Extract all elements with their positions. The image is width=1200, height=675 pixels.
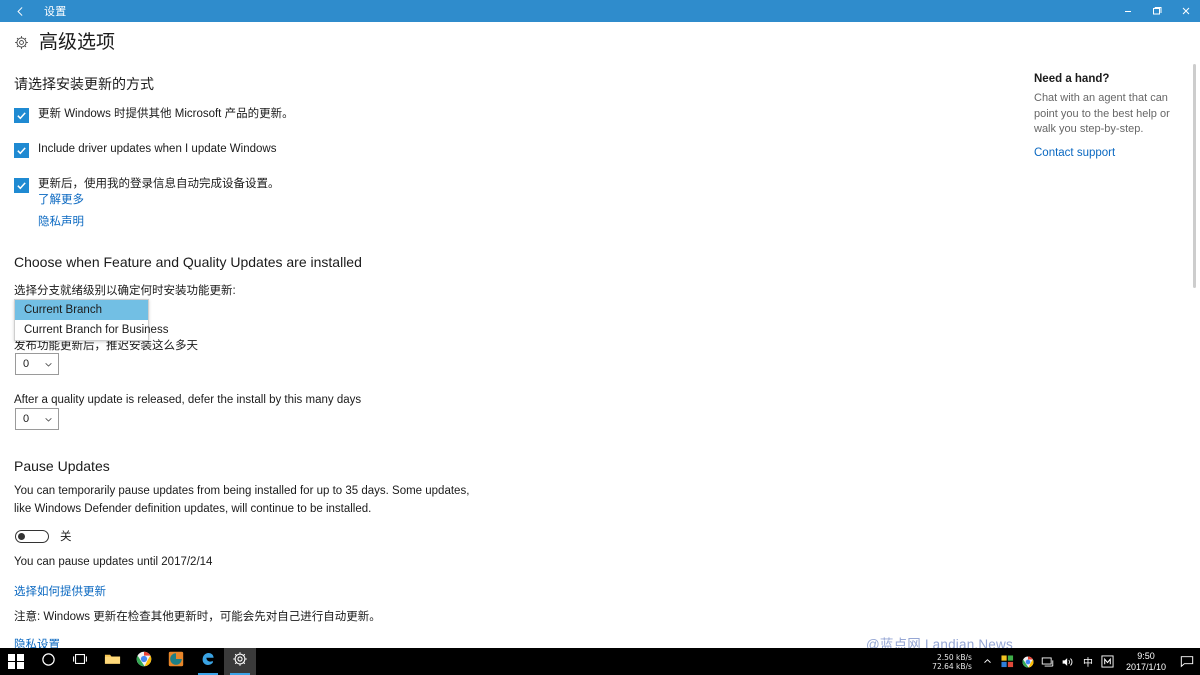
checkbox-label-finish-setup: 更新后，使用我的登录信息自动完成设备设置。 [38,178,280,190]
volume-icon[interactable] [1058,648,1078,675]
close-button[interactable] [1171,0,1200,22]
content-area: 请选择安装更新的方式 更新 Windows 时提供其他 Microsoft 产品… [0,62,1200,651]
help-panel-title: Need a hand? [1034,73,1110,85]
toggle-knob [18,532,25,540]
checkbox-driver-updates[interactable] [14,143,29,158]
checkbox-label-driver-updates: Include driver updates when I update Win… [38,143,277,155]
pause-updates-description: You can temporarily pause updates from b… [14,485,470,515]
file-explorer-button[interactable] [96,648,128,675]
pause-updates-toggle-label: 关 [60,531,72,543]
taskbar: 2.50 kB/s 72.64 kB/s 中 9:50 2017/1/10 [0,648,1200,675]
task-view-button[interactable] [64,648,96,675]
edge-icon [200,651,216,672]
chrome-icon[interactable] [1018,648,1038,675]
branch-readiness-dropdown[interactable]: Current Branch Current Branch for Busine… [14,299,168,341]
feature-quality-heading: Choose when Feature and Quality Updates … [14,254,362,270]
gear-icon [14,35,29,50]
chrome-icon [136,651,152,672]
circle-icon [41,652,56,672]
clock[interactable]: 9:50 2017/1/10 [1118,651,1174,673]
quality-defer-combobox[interactable]: 0 [15,408,59,430]
quality-defer-value: 0 [23,413,30,425]
clock-date: 2017/1/10 [1125,661,1166,672]
help-panel-text: Chat with an agent that can point you to… [1034,92,1170,136]
pause-updates-heading: Pause Updates [14,458,110,474]
delivery-optimization-link[interactable]: 选择如何提供更新 [14,583,106,599]
chrome-button[interactable] [128,648,160,675]
dropdown-option-current-branch-for-business[interactable]: Current Branch for Business [15,320,168,340]
network-speed-indicator[interactable]: 2.50 kB/s 72.64 kB/s [932,653,978,671]
cortana-button[interactable] [32,648,64,675]
app-icon [168,651,184,672]
chevron-down-icon [44,415,53,424]
app-button[interactable] [160,648,192,675]
m-app-icon[interactable] [1098,648,1118,675]
restore-button[interactable] [1142,0,1171,22]
window-title: 设置 [44,6,67,18]
title-bar: 设置 [0,0,1200,22]
clock-time: 9:50 [1137,650,1155,661]
minimize-button[interactable] [1113,0,1142,22]
checkbox-row-driver-updates[interactable]: Include driver updates when I update Win… [14,142,276,158]
page-header: 高级选项 [14,33,115,52]
feature-defer-combobox[interactable]: 0 [15,353,59,375]
pause-updates-toggle-row[interactable]: 关 [15,528,72,544]
learn-more-link[interactable]: 了解更多 [38,191,84,207]
system-tray: 2.50 kB/s 72.64 kB/s 中 9:50 2017/1/10 [932,648,1200,675]
edge-button[interactable] [192,648,224,675]
privacy-statement-link[interactable]: 隐私声明 [38,213,84,229]
pause-until-text: You can pause updates until 2017/2/14 [14,556,213,568]
chevron-down-icon [44,360,53,369]
network-icon[interactable] [1038,648,1058,675]
network-download-speed: 2.50 kB/s [936,652,972,662]
checkbox-finish-setup[interactable] [14,178,29,193]
start-button[interactable] [0,648,32,675]
install-updates-heading: 请选择安装更新的方式 [14,76,154,92]
checkbox-row-microsoft-products[interactable]: 更新 Windows 时提供其他 Microsoft 产品的更新。 [14,107,294,123]
checkbox-microsoft-products[interactable] [14,108,29,123]
vertical-scrollbar[interactable] [1189,22,1200,648]
help-panel: Need a hand? Chat with an agent that can… [1034,73,1184,161]
scrollbar-thumb[interactable] [1193,64,1196,288]
action-center-icon[interactable] [1174,648,1200,675]
contact-support-link[interactable]: Contact support [1034,147,1115,159]
settings-button[interactable] [224,648,256,675]
task-view-icon [72,652,88,671]
quality-defer-label: After a quality update is released, defe… [14,394,362,406]
colorful-app-icon[interactable] [998,648,1018,675]
network-upload-speed: 72.64 kB/s [932,661,972,671]
feature-defer-value: 0 [23,358,30,370]
page-title: 高级选项 [39,32,116,53]
gear-icon [232,651,248,672]
folder-icon [104,652,121,671]
chevron-up-icon[interactable] [978,648,998,675]
settings-window: 设置 高级选项 请选择安装更新的方式 更新 Windows 时提供其他 Micr… [0,0,1200,675]
windows-logo-icon [8,653,24,670]
checkbox-label-microsoft-products: 更新 Windows 时提供其他 Microsoft 产品的更新。 [38,108,294,120]
dropdown-option-current-branch[interactable]: Current Branch [15,300,148,320]
ime-chinese-icon[interactable]: 中 [1078,648,1098,675]
pause-updates-toggle[interactable] [15,529,49,543]
back-arrow-icon[interactable] [0,0,40,22]
auto-update-note: 注意: Windows 更新在检查其他更新时，可能会先对自己进行自动更新。 [14,611,381,623]
